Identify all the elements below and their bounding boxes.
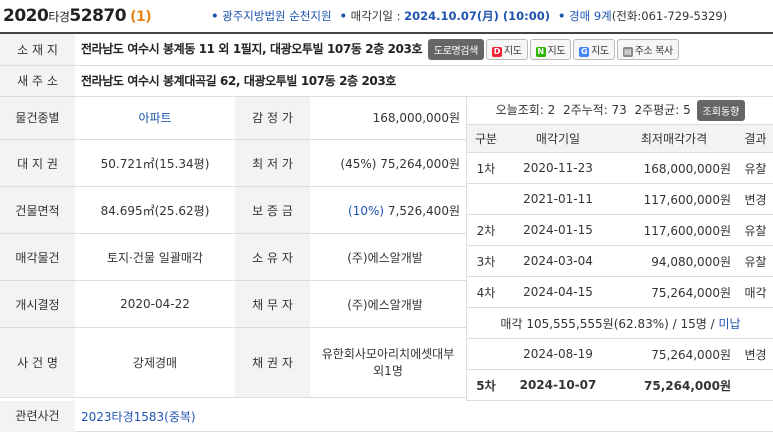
- view-trend-button[interactable]: 조회동향: [696, 99, 746, 121]
- history-row-current: 5차 2024-10-07 75,264,000원: [467, 369, 773, 401]
- location-label: 소 재 지: [0, 34, 75, 66]
- daum-icon: D: [491, 46, 502, 57]
- copy-address-button[interactable]: ▤ 주소 복사: [616, 38, 679, 60]
- new-address-value: 전라남도 여수시 봉계대곡길 62, 대광오투빌 107동 2층 203호: [75, 65, 773, 97]
- details-table: 물건종별 아파트 감 정 가 168,000,000원 대 지 권 50.721…: [0, 96, 466, 402]
- case-info: • 광주지방법원 순천지원 • 매각기일 : 2024.10.07(月) (10…: [211, 8, 727, 24]
- daum-map-button[interactable]: D 지도: [485, 38, 528, 60]
- sold-note: 매각 105,555,555원(62.83%) / 15명 / 미납: [467, 307, 773, 339]
- copy-icon: ▤: [622, 46, 633, 57]
- related-case: 관련사건 2023타경1583(중복): [0, 400, 773, 432]
- google-map-button[interactable]: G 지도: [573, 38, 615, 60]
- creditor: 유한회사모아리치에셋대부외1명: [310, 327, 466, 398]
- location-value: 전라남도 여수시 봉계동 11 외 1필지, 대광오투빌 107동 2층 203…: [75, 34, 773, 66]
- history-row: 2024-08-19 75,264,000원 변경: [467, 338, 773, 370]
- case-header: 2020타경52870 (1) • 광주지방법원 순천지원 • 매각기일 : 20…: [0, 0, 773, 34]
- auction-history: 오늘조회: 2 2주누적: 73 2주평균: 5 조회동향 구분 매각기일 최저…: [466, 96, 773, 401]
- deposit: (10%) 7,526,400원: [310, 186, 466, 234]
- court[interactable]: • 광주지방법원 순천지원: [211, 8, 331, 24]
- history-row: 2021-01-11 117,600,000원 변경: [467, 183, 773, 215]
- owner: (주)에스알개발: [310, 233, 466, 281]
- property-type[interactable]: 아파트: [75, 96, 235, 140]
- related-case-link[interactable]: 2023타경1583(중복): [75, 408, 196, 425]
- view-stats: 오늘조회: 2 2주누적: 73 2주평균: 5 조회동향: [467, 96, 773, 125]
- appraisal-value: 168,000,000원: [310, 96, 466, 140]
- address-table: 소 재 지 전라남도 여수시 봉계동 11 외 1필지, 대광오투빌 107동 …: [0, 34, 773, 97]
- history-row: 4차 2024-04-15 75,264,000원 매각: [467, 276, 773, 308]
- debtor: (주)에스알개발: [310, 280, 466, 328]
- dept: • 경매 9계(전화:061-729-5329): [558, 9, 728, 23]
- google-icon: G: [579, 46, 590, 57]
- case-number: 2020타경52870 (1): [3, 6, 152, 26]
- history-row: 1차 2020-11-23 168,000,000원 유찰: [467, 152, 773, 184]
- history-row: 2차 2024-01-15 117,600,000원 유찰: [467, 214, 773, 246]
- naver-map-button[interactable]: N 지도: [529, 38, 572, 60]
- history-row: 3차 2024-03-04 94,080,000원 유찰: [467, 245, 773, 277]
- naver-icon: N: [535, 46, 546, 57]
- unpaid-link[interactable]: 미납: [718, 317, 740, 331]
- min-price: (45%) 75,264,000원: [310, 139, 466, 187]
- new-address-label: 새 주 소: [0, 65, 75, 97]
- road-search-button[interactable]: 도로명검색: [427, 38, 484, 60]
- sale-date: • 매각기일 : 2024.10.07(月) (10:00): [339, 9, 551, 23]
